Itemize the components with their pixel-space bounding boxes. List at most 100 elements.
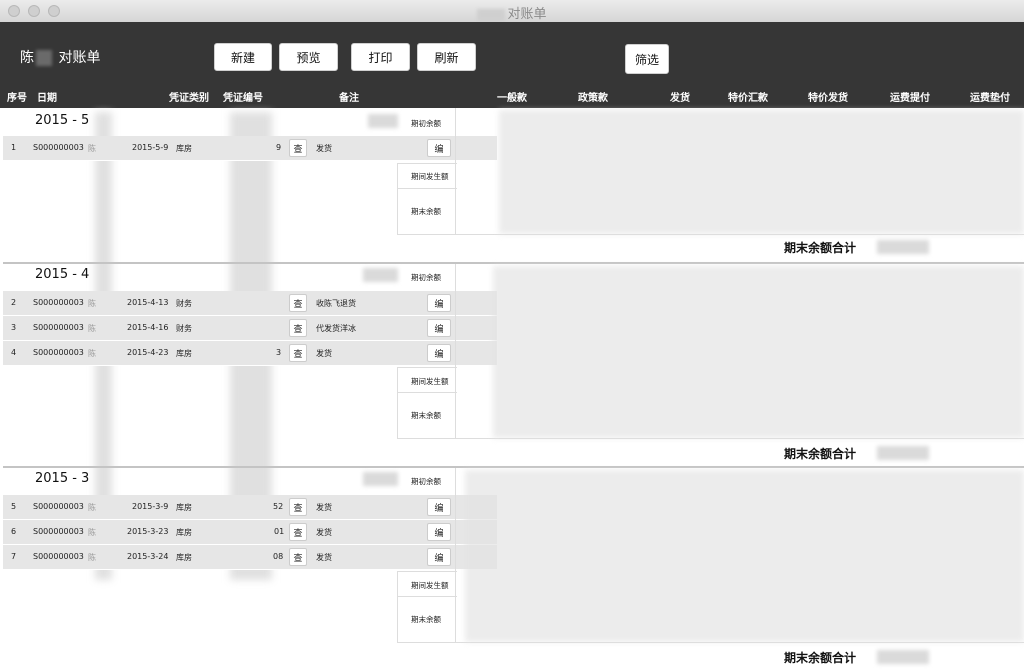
- view-button[interactable]: 查: [289, 498, 307, 516]
- period-change-label: 期间发生额: [411, 377, 449, 386]
- view-button[interactable]: 查: [289, 139, 307, 157]
- view-button[interactable]: 查: [289, 294, 307, 312]
- row-name: 陈: [88, 324, 96, 333]
- col-note: 备注: [339, 93, 359, 104]
- row-date: 2015-5-9: [132, 143, 169, 152]
- view-button[interactable]: 查: [289, 319, 307, 337]
- opening-balance-label: 期初余额: [411, 477, 441, 486]
- divider: [455, 108, 456, 235]
- period-change-label: 期间发生额: [411, 581, 449, 590]
- redacted-value: [877, 446, 929, 460]
- divider: [3, 466, 1024, 468]
- row-date: 2015-3-23: [127, 527, 169, 536]
- row-date: 2015-4-16: [127, 323, 169, 332]
- row-date: 2015-4-23: [127, 348, 169, 357]
- divider: [397, 642, 1024, 643]
- edit-button[interactable]: 编: [427, 319, 451, 337]
- divider: [397, 188, 457, 189]
- row-voucher-no: 52: [273, 502, 284, 511]
- print-button[interactable]: 打印: [351, 43, 410, 71]
- redacted-amounts: [493, 266, 1024, 438]
- table-row[interactable]: 1 S000000003 陈 2015-5-9 库房 9 查 发货 编: [3, 136, 497, 161]
- row-seq: 2: [11, 298, 17, 307]
- table-row[interactable]: 7 S000000003 陈 2015-3-24 库房 08 查 发货 编: [3, 545, 497, 570]
- closing-total-label: 期末余额合计: [784, 241, 857, 255]
- divider: [397, 367, 457, 368]
- window-titlebar: 对账单: [0, 0, 1024, 23]
- col-seq: 序号: [7, 93, 27, 104]
- row-code: S000000003: [33, 552, 84, 561]
- view-button[interactable]: 查: [289, 344, 307, 362]
- edit-button[interactable]: 编: [427, 548, 451, 566]
- row-name: 陈: [88, 528, 96, 537]
- row-note: 发货: [316, 503, 332, 512]
- view-button[interactable]: 查: [289, 523, 307, 541]
- row-type: 库房: [176, 503, 192, 512]
- divider: [397, 438, 1024, 439]
- statement-title: 陈 对账单: [20, 47, 100, 67]
- edit-button[interactable]: 编: [427, 139, 451, 157]
- divider: [397, 234, 1024, 235]
- view-button[interactable]: 查: [289, 548, 307, 566]
- table-row[interactable]: 3 S000000003 陈 2015-4-16 财务 查 代发货洋冰 编: [3, 316, 497, 341]
- closing-balance-label: 期末余额: [411, 411, 441, 420]
- row-type: 库房: [176, 144, 192, 153]
- edit-button[interactable]: 编: [427, 344, 451, 362]
- table-row[interactable]: 5 S000000003 陈 2015-3-9 库房 52 查 发货 编: [3, 495, 497, 520]
- table-row[interactable]: 6 S000000003 陈 2015-3-23 库房 01 查 发货 编: [3, 520, 497, 545]
- refresh-button[interactable]: 刷新: [417, 43, 476, 71]
- redacted-value: [363, 268, 398, 282]
- col-special-remit: 特价汇款: [728, 93, 768, 104]
- edit-button[interactable]: 编: [427, 523, 451, 541]
- row-type: 库房: [176, 528, 192, 537]
- divider: [397, 163, 398, 235]
- row-code: S000000003: [33, 348, 84, 357]
- row-code: S000000003: [33, 298, 84, 307]
- col-special-ship: 特价发货: [808, 93, 848, 104]
- divider: [397, 163, 457, 164]
- opening-balance-label: 期初余额: [411, 119, 441, 128]
- col-policy: 政策款: [578, 93, 608, 104]
- row-name: 陈: [88, 299, 96, 308]
- period-section: 2015 - 5 期初余额 1 S000000003 陈 2015-5-9 库房…: [3, 108, 1024, 260]
- row-type: 财务: [176, 324, 192, 333]
- statement-title-text: 对账单: [58, 50, 101, 66]
- table-row[interactable]: 4 S000000003 陈 2015-4-23 库房 3 查 发货 编: [3, 341, 497, 366]
- divider: [397, 596, 457, 597]
- divider: [455, 468, 456, 643]
- divider: [397, 392, 457, 393]
- redacted-amounts: [465, 470, 1024, 642]
- row-type: 财务: [176, 299, 192, 308]
- row-seq: 3: [11, 323, 17, 332]
- new-button[interactable]: 新建: [214, 43, 272, 71]
- closing-total-label: 期末余额合计: [784, 651, 857, 665]
- redacted-value: [877, 650, 929, 664]
- divider: [397, 571, 457, 572]
- period-section: 2015 - 4 期初余额 2 S000000003 陈 2015-4-13 财…: [3, 262, 1024, 465]
- preview-button[interactable]: 预览: [279, 43, 338, 71]
- edit-button[interactable]: 编: [427, 498, 451, 516]
- redacted-name: [36, 50, 52, 66]
- redacted-value: [877, 240, 929, 254]
- filter-button[interactable]: 筛选: [625, 44, 669, 74]
- col-general: 一般款: [497, 93, 527, 104]
- window-title-text: 对账单: [507, 7, 547, 22]
- row-date: 2015-3-9: [132, 502, 169, 511]
- row-note: 收陈飞退货: [316, 299, 356, 308]
- table-row[interactable]: 2 S000000003 陈 2015-4-13 财务 查 收陈飞退货 编: [3, 291, 497, 316]
- period-label: 2015 - 4: [35, 267, 90, 282]
- edit-button[interactable]: 编: [427, 294, 451, 312]
- row-voucher-no: 08: [273, 552, 284, 561]
- divider: [455, 264, 456, 439]
- row-voucher-no: 9: [276, 143, 282, 152]
- row-name: 陈: [88, 503, 96, 512]
- col-freight-advance: 运费垫付: [970, 93, 1010, 104]
- redacted-amounts: [499, 110, 1024, 234]
- row-note: 代发货洋冰: [316, 324, 356, 333]
- window-title: 对账单: [0, 3, 1024, 22]
- row-voucher-no: 3: [276, 348, 282, 357]
- row-seq: 7: [11, 552, 17, 561]
- divider: [397, 367, 398, 439]
- row-note: 发货: [316, 553, 332, 562]
- row-code: S000000003: [33, 323, 84, 332]
